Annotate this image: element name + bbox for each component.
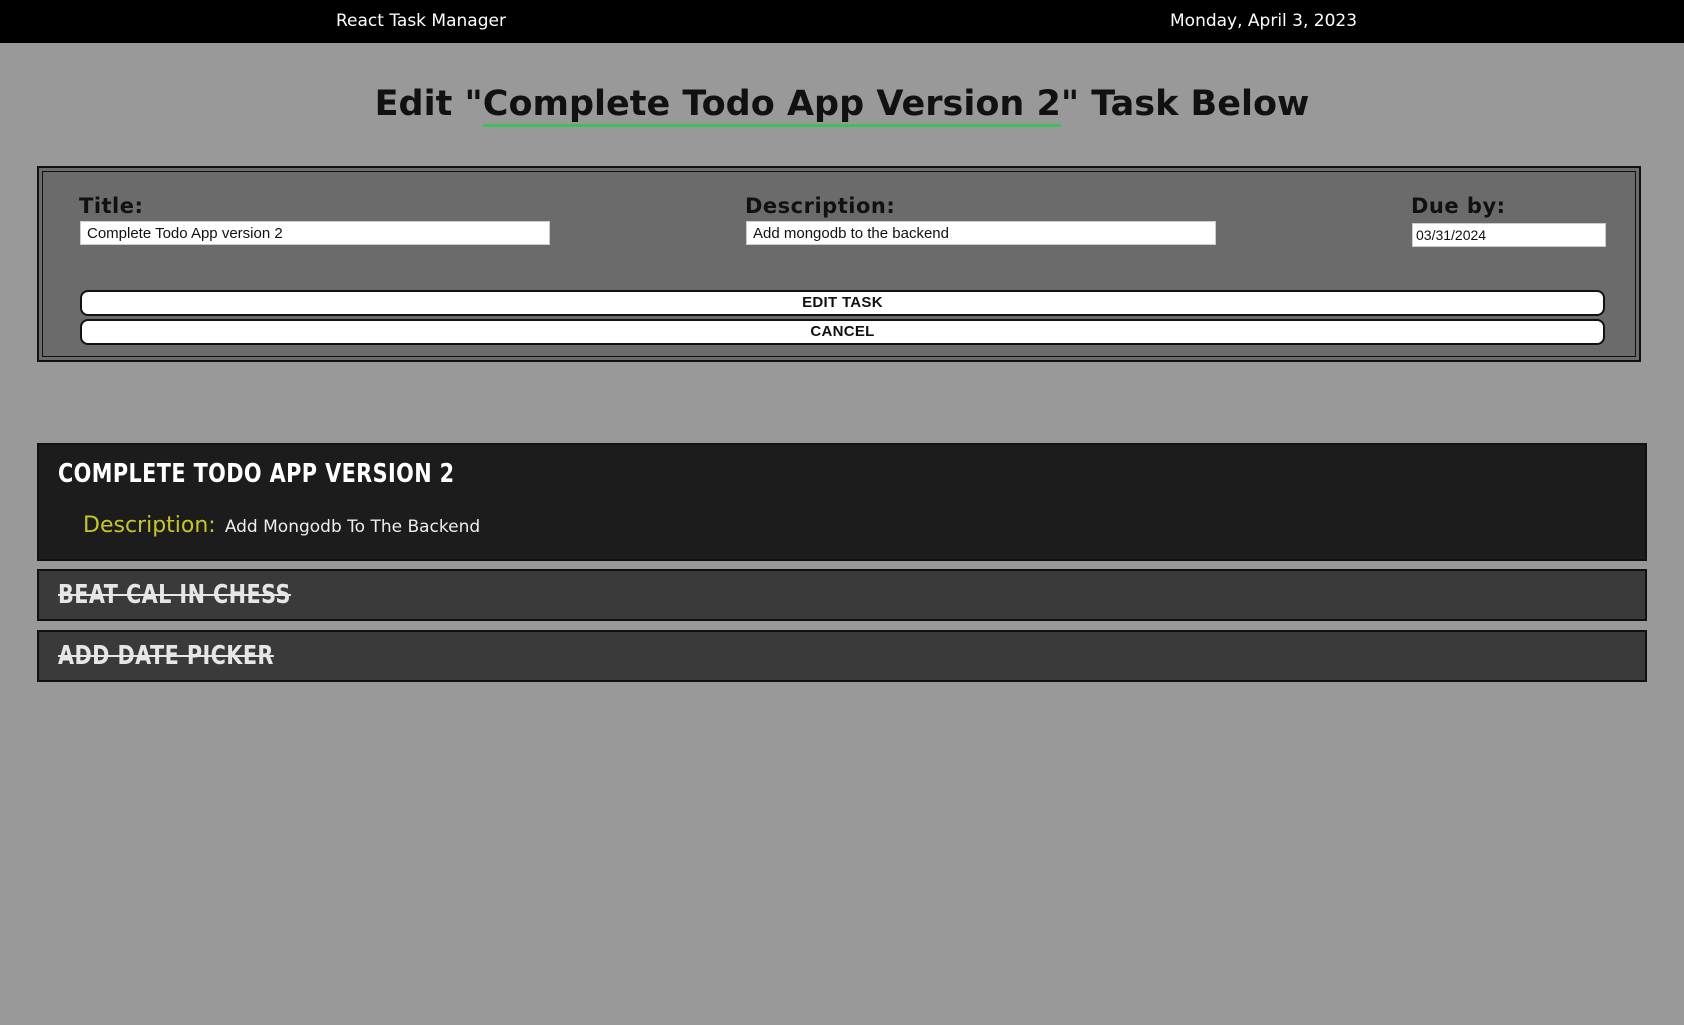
page-title-task-name: Complete Todo App Version 2: [482, 84, 1061, 127]
task-title: Complete Todo App Version 2: [58, 459, 455, 489]
description-label: Description:: [745, 194, 896, 218]
page-title-prefix: Edit ": [374, 84, 483, 124]
edit-task-button[interactable]: EDIT TASK: [80, 290, 1605, 316]
task-item-beat-cal-in-chess[interactable]: Beat Cal In Chess: [37, 569, 1647, 621]
due-date-input[interactable]: [1412, 223, 1606, 247]
title-input[interactable]: [80, 221, 550, 245]
task-item-add-date-picker[interactable]: Add Date Picker: [37, 630, 1647, 682]
edit-task-form: Title: Description: Due by: EDIT TASK CA…: [37, 166, 1641, 362]
page-title-suffix: " Task Below: [1060, 84, 1310, 124]
task-description-text: Add Mongodb To The Backend: [224, 517, 481, 537]
description-input[interactable]: [746, 221, 1216, 245]
task-title: Add Date Picker: [58, 641, 274, 671]
task-item-complete-todo-app[interactable]: Complete Todo App Version 2 Description:…: [37, 443, 1647, 561]
due-date-label: Due by:: [1411, 194, 1506, 218]
task-description-row: Description: Add Mongodb To The Backend: [83, 513, 480, 538]
title-label: Title:: [79, 194, 144, 218]
app-title: React Task Manager: [336, 11, 506, 31]
page-title: Edit "Complete Todo App Version 2" Task …: [0, 84, 1684, 127]
cancel-button[interactable]: CANCEL: [80, 319, 1605, 345]
task-title: Beat Cal In Chess: [58, 580, 291, 610]
current-date: Monday, April 3, 2023: [1170, 11, 1358, 31]
task-description-label: Description:: [83, 513, 216, 538]
top-navbar: React Task Manager Monday, April 3, 2023: [0, 0, 1684, 43]
